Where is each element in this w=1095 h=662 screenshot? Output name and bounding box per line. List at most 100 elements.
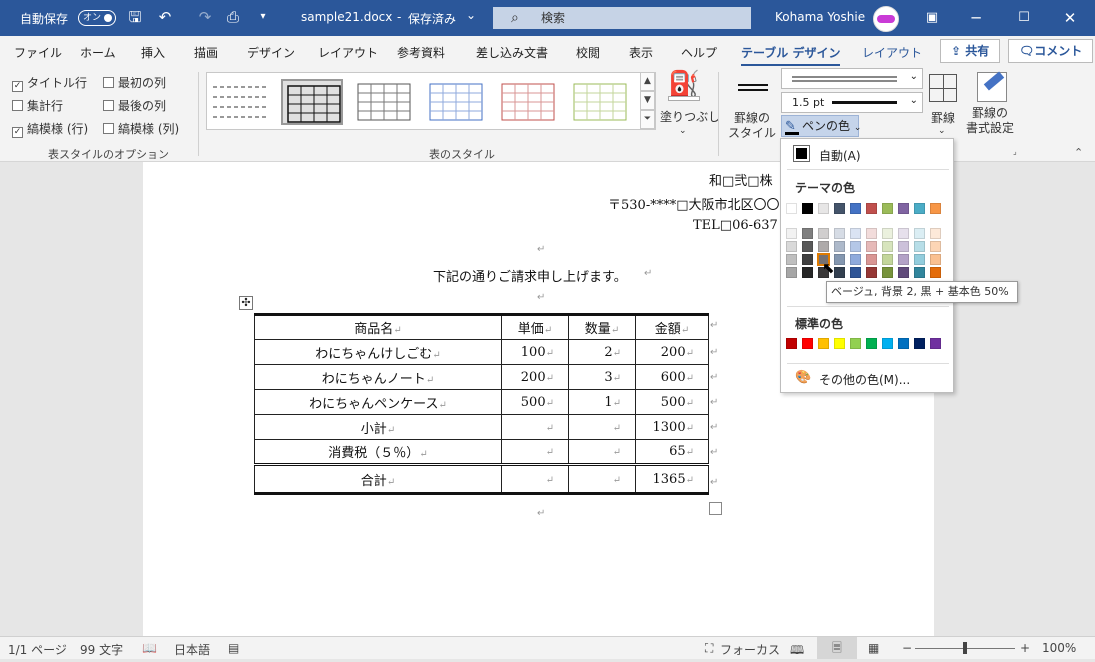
tab-draw[interactable]: 描画 — [194, 44, 218, 61]
borders-icon[interactable] — [929, 74, 957, 102]
theme-shade-swatch[interactable] — [834, 241, 845, 252]
table-move-handle-icon[interactable]: ✣ — [239, 296, 253, 310]
border-dialog-launcher-icon[interactable]: ⌟ — [1013, 147, 1017, 156]
table-style-blue[interactable] — [425, 79, 487, 125]
word-count[interactable]: 99 文字 — [80, 641, 123, 658]
shading-dropdown-icon[interactable]: ⌄ — [679, 124, 687, 139]
checkbox-first-column[interactable]: 最初の列 — [103, 74, 166, 91]
zoom-slider-thumb[interactable] — [963, 642, 967, 654]
theme-shade-swatch[interactable] — [802, 228, 813, 239]
theme-shade-swatch[interactable] — [802, 267, 813, 278]
invoice-table[interactable]: 商品名↵ 単価↵ 数量↵ 金額↵ わにちゃんけしごむ↵ 100↵ 2↵ 200↵… — [254, 313, 709, 495]
theme-shade-swatch[interactable] — [834, 254, 845, 265]
comment-button[interactable]: 🗨コメント — [1008, 39, 1094, 63]
theme-shade-swatch[interactable] — [882, 267, 893, 278]
maximize-icon[interactable]: ☐ — [1012, 6, 1036, 30]
zoom-out-icon[interactable]: − — [902, 641, 912, 655]
theme-shade-swatch[interactable] — [930, 228, 941, 239]
pen-color-button[interactable]: ✎ ペンの色 ⌄ — [781, 115, 861, 137]
zoom-level[interactable]: 100% — [1042, 641, 1076, 655]
gallery-expand-icon[interactable]: ⏷ — [640, 110, 655, 129]
borders-dropdown-icon[interactable]: ⌄ — [938, 124, 946, 139]
standard-color-swatch[interactable] — [786, 338, 797, 349]
theme-shade-swatch[interactable] — [914, 228, 925, 239]
tab-design[interactable]: デザイン — [247, 44, 295, 61]
undo-icon[interactable]: ↶ — [156, 8, 174, 26]
focus-mode[interactable]: フォーカス — [720, 641, 780, 658]
tab-review[interactable]: 校閲 — [576, 44, 600, 61]
theme-shade-swatch[interactable] — [914, 254, 925, 265]
tab-layout[interactable]: レイアウト — [318, 44, 378, 61]
standard-color-swatch[interactable] — [914, 338, 925, 349]
table-style-grid[interactable] — [281, 79, 343, 125]
auto-color-swatch[interactable] — [793, 145, 810, 162]
theme-shade-swatch[interactable] — [930, 267, 941, 278]
table-resize-handle[interactable] — [709, 502, 722, 515]
user-name[interactable]: Kohama Yoshie — [775, 10, 865, 24]
gallery-scroll-up-icon[interactable]: ▲ — [640, 72, 655, 91]
line-style-select[interactable]: ⌄ — [781, 68, 923, 89]
tab-insert[interactable]: 挿入 — [141, 44, 165, 61]
theme-color-swatch[interactable] — [930, 203, 941, 214]
theme-shade-swatch[interactable] — [834, 267, 845, 278]
page-count[interactable]: 1/1 ページ — [8, 641, 67, 658]
minimize-icon[interactable]: ─ — [964, 6, 988, 30]
theme-shade-swatch[interactable] — [786, 241, 797, 252]
tab-home[interactable]: ホーム — [80, 44, 116, 61]
web-layout-icon[interactable]: ▦ — [868, 641, 879, 655]
theme-color-swatch[interactable] — [802, 203, 813, 214]
theme-shade-swatch[interactable] — [898, 254, 909, 265]
theme-shade-swatch[interactable] — [882, 228, 893, 239]
customize-qat-icon[interactable]: ▾ — [254, 8, 272, 26]
auto-color-option[interactable]: 自動(A) — [819, 147, 861, 164]
standard-color-swatch[interactable] — [882, 338, 893, 349]
theme-shade-swatch[interactable] — [786, 267, 797, 278]
save-state[interactable]: 保存済み — [408, 10, 456, 27]
theme-color-swatch[interactable] — [914, 203, 925, 214]
table-style-grid-light[interactable] — [353, 79, 415, 125]
standard-color-swatch[interactable] — [866, 338, 877, 349]
save-state-chevron-icon[interactable]: ⌄ — [466, 8, 476, 22]
theme-shade-swatch[interactable] — [866, 241, 877, 252]
more-colors-option[interactable]: その他の色(M)... — [819, 371, 910, 388]
theme-shade-swatch[interactable] — [786, 228, 797, 239]
collapse-ribbon-icon[interactable]: ⌃ — [1074, 146, 1083, 159]
redo-icon[interactable]: ↷ — [196, 8, 214, 26]
checkbox-banded-columns[interactable]: 縞模様 (列) — [103, 120, 179, 137]
zoom-in-icon[interactable]: + — [1020, 641, 1030, 655]
tab-view[interactable]: 表示 — [629, 44, 653, 61]
standard-color-swatch[interactable] — [834, 338, 845, 349]
tab-mailings[interactable]: 差し込み文書 — [476, 44, 548, 61]
theme-shade-swatch[interactable] — [818, 228, 829, 239]
language[interactable]: 日本語 — [174, 641, 210, 658]
ribbon-display-icon[interactable]: ▣ — [920, 6, 944, 30]
theme-color-swatch[interactable] — [786, 203, 797, 214]
theme-shade-swatch[interactable] — [850, 241, 861, 252]
shading-label[interactable]: 塗りつぶし — [660, 110, 720, 125]
tab-table-layout[interactable]: レイアウト — [862, 44, 922, 61]
theme-shade-swatch[interactable] — [882, 254, 893, 265]
theme-color-swatch[interactable] — [850, 203, 861, 214]
line-weight-select[interactable]: 1.5 pt ⌄ — [781, 92, 923, 113]
theme-shade-swatch[interactable] — [930, 254, 941, 265]
checkbox-last-column[interactable]: 最後の列 — [103, 97, 166, 114]
checkbox-header-row[interactable]: ✓ タイトル行 — [12, 74, 87, 92]
accessibility-icon[interactable]: ▤ — [228, 641, 239, 655]
share-button[interactable]: ⇪ 共有 — [940, 39, 1001, 63]
table-style-red[interactable] — [497, 79, 559, 125]
theme-shade-swatch[interactable] — [930, 241, 941, 252]
theme-color-swatch[interactable] — [882, 203, 893, 214]
standard-color-swatch[interactable] — [930, 338, 941, 349]
theme-shade-swatch[interactable] — [866, 254, 877, 265]
standard-color-swatch[interactable] — [850, 338, 861, 349]
theme-shade-swatch[interactable] — [850, 267, 861, 278]
theme-shade-swatch[interactable] — [786, 254, 797, 265]
theme-shade-swatch[interactable] — [898, 241, 909, 252]
print-layout-icon[interactable]: 🗏 — [817, 637, 857, 659]
theme-shade-swatch[interactable] — [914, 241, 925, 252]
checkbox-banded-rows[interactable]: ✓ 縞模様 (行) — [12, 120, 88, 138]
border-painter-icon[interactable] — [977, 71, 1007, 102]
proofing-icon[interactable]: 📖 — [142, 641, 157, 655]
gallery-scroll-down-icon[interactable]: ▼ — [640, 91, 655, 110]
theme-color-swatch[interactable] — [818, 203, 829, 214]
